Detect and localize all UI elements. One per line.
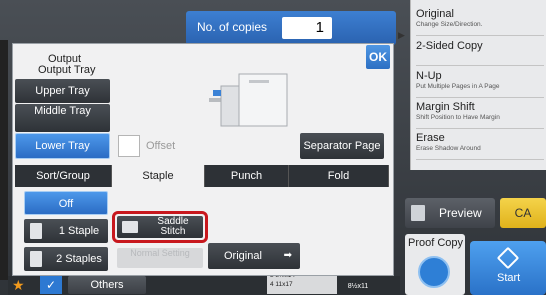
book-icon	[122, 221, 138, 233]
paper-selected: 8½x11	[340, 280, 376, 294]
star-icon[interactable]: ★	[12, 277, 25, 294]
menu-item-sub: Change Size/Direction.	[416, 21, 483, 28]
original-label: Original	[224, 250, 262, 262]
menu-item-2-sided-copy[interactable]: 2-Sided Copy	[416, 40, 544, 66]
saddle-stitch-label: Saddle Stitch	[157, 216, 189, 237]
upper-tray-button[interactable]: Upper Tray	[15, 79, 110, 103]
menu-item-sub: Erase Shadow Around	[416, 145, 481, 152]
panel-toggle-icon[interactable]: ▶	[398, 30, 405, 41]
ok-button[interactable]: OK	[366, 45, 390, 69]
left-strip	[0, 40, 8, 280]
staple-icon	[30, 251, 42, 267]
two-staples-label: 2 Staples	[56, 253, 102, 265]
preview-icon	[411, 205, 425, 221]
normal-setting-button[interactable]: Normal Setting	[117, 248, 203, 268]
lower-tray-button[interactable]: Lower Tray	[15, 133, 110, 159]
tab-sort-group[interactable]: Sort/Group	[15, 165, 112, 187]
menu-item-erase[interactable]: Erase Erase Shadow Around	[416, 132, 544, 160]
saddle-stitch-button[interactable]: Saddle Stitch	[117, 216, 203, 238]
menu-item-original[interactable]: Original Change Size/Direction.	[416, 8, 544, 36]
menu-item-sub: Put Multiple Pages in A Page	[416, 83, 500, 90]
offset-checkbox[interactable]	[118, 135, 140, 157]
one-staple-label: 1 Staple	[58, 225, 100, 237]
separator-page-button[interactable]: Separator Page	[300, 133, 384, 159]
menu-item-margin-shift[interactable]: Margin Shift Shift Position to Have Marg…	[416, 101, 544, 129]
menu-item-label: Margin Shift	[416, 101, 475, 113]
tab-staple[interactable]: Staple	[112, 165, 205, 187]
menu-item-sub: Shift Position to Have Margin	[416, 114, 500, 121]
output-tray-label: Output Tray	[38, 64, 96, 76]
original-button[interactable]: Original ➡	[208, 243, 300, 269]
check-icon[interactable]: ✓	[40, 276, 62, 294]
offset-label: Offset	[146, 140, 176, 152]
finisher-illustration	[209, 73, 288, 127]
menu-item-label: N-Up	[416, 70, 442, 82]
selected-tray-marker	[213, 90, 221, 96]
menu-item-label: Erase	[416, 132, 445, 144]
others-button[interactable]: Others	[68, 276, 146, 294]
copies-label: No. of copies	[197, 20, 268, 34]
arrow-right-icon: ➡	[283, 250, 292, 261]
copies-input[interactable]: 1	[282, 17, 332, 39]
proof-copy-label: Proof Copy	[408, 237, 464, 249]
proof-copy-button[interactable]	[418, 256, 450, 288]
middle-tray-button[interactable]: Middle Tray	[15, 104, 110, 132]
ca-button[interactable]: CA	[500, 198, 546, 228]
staple-icon	[30, 223, 42, 239]
menu-item-n-up[interactable]: N-Up Put Multiple Pages in A Page	[416, 70, 544, 98]
two-staples-button[interactable]: 2 Staples	[24, 247, 108, 271]
staple-off-button[interactable]: Off	[24, 191, 108, 215]
start-label: Start	[497, 272, 521, 284]
one-staple-button[interactable]: 1 Staple	[24, 219, 108, 243]
tab-punch[interactable]: Punch	[205, 165, 289, 187]
menu-item-label: Original	[416, 8, 454, 20]
paper-tray-row: 4 11x17	[270, 281, 293, 288]
menu-item-label: 2-Sided Copy	[416, 40, 483, 52]
tab-fold[interactable]: Fold	[289, 165, 389, 187]
